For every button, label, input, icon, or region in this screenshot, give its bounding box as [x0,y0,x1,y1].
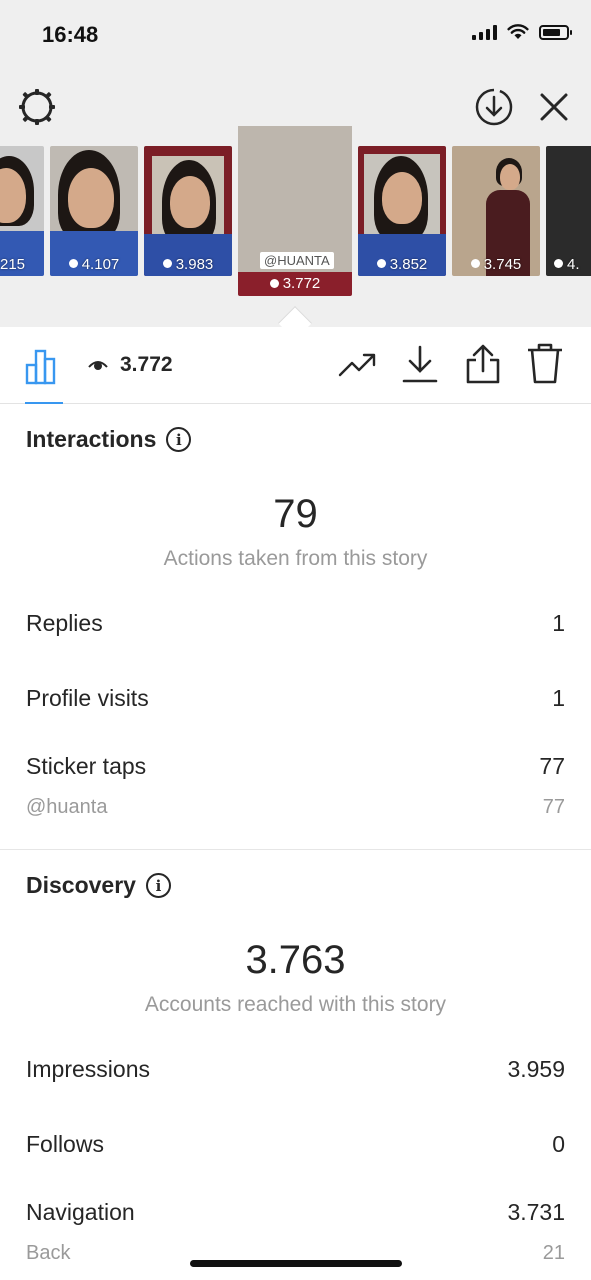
share-icon[interactable] [464,343,502,390]
row-label: Navigation [26,1199,135,1225]
status-icons [472,24,572,40]
story-thumbnail-selected[interactable]: @HUANTA 3.772 [238,126,352,296]
story-mention-sticker: @HUANTA [260,252,334,269]
impressions-row: Impressions 3.959 [26,1056,565,1083]
signal-icon [472,24,497,40]
row-label: Follows [26,1131,104,1157]
row-value: 77 [539,753,565,779]
story-view-count: 4.107 [50,256,138,273]
sticker-taps-row: Sticker taps 77 [26,753,565,780]
replies-row: Replies 1 [26,610,565,637]
interactions-heading: Interactions i [26,426,192,453]
row-label: Impressions [26,1056,150,1082]
story-thumbnail[interactable]: 3.852 [358,146,446,276]
row-label: Profile visits [26,685,149,711]
interactions-total: 79 [273,492,318,536]
bar-chart-icon[interactable] [24,347,64,390]
download-icon[interactable] [402,345,438,390]
story-view-count: 3.983 [144,256,232,273]
row-label: Sticker taps [26,753,147,779]
discovery-caption: Accounts reached with this story [144,993,447,1016]
close-icon[interactable] [533,86,575,128]
discovery-title: Discovery [26,872,136,898]
row-value: 21 [542,1242,565,1264]
info-icon[interactable]: i [166,427,192,452]
row-value: 1 [552,610,565,636]
story-thumbnail[interactable]: 3.983 [144,146,232,276]
interactions-title: Interactions [26,426,157,452]
info-icon[interactable]: i [145,873,171,898]
story-thumbnail[interactable]: 215 [0,146,44,276]
follows-row: Follows 0 [26,1131,565,1158]
trash-icon[interactable] [526,343,564,390]
story-view-count: 4. [546,256,591,273]
insights-toolbar: 3.772 [0,327,591,404]
view-count: 3.772 [120,353,173,376]
download-circle-icon[interactable] [473,86,515,128]
story-view-count: 215 [0,256,26,273]
home-indicator[interactable] [190,1260,402,1267]
row-value: 3.731 [507,1199,565,1225]
section-divider [0,849,591,850]
story-thumbnail[interactable]: 4. [546,146,591,276]
sticker-tap-detail-row: @huanta 77 [26,796,565,819]
row-value: 0 [552,1131,565,1157]
row-label: Replies [26,610,103,636]
trend-icon[interactable] [338,347,378,386]
settings-icon[interactable] [16,86,58,128]
battery-icon [539,24,572,40]
interactions-caption: Actions taken from this story [163,547,428,570]
profile-visits-row: Profile visits 1 [26,685,565,712]
story-view-count: 3.852 [358,256,446,273]
story-view-count: 3.745 [452,256,540,273]
discovery-heading: Discovery i [26,872,171,899]
discovery-total: 3.763 [245,938,346,982]
row-label: Back [26,1242,71,1264]
row-label: @huanta [26,796,108,818]
status-time: 16:48 [42,22,99,47]
row-value: 1 [552,685,565,711]
tab-underline [25,402,63,404]
story-view-count: 3.772 [238,275,352,292]
navigation-row: Navigation 3.731 [26,1199,565,1226]
story-thumbnail[interactable]: 3.745 [452,146,540,276]
wifi-icon [507,24,529,39]
row-value: 3.959 [507,1056,565,1082]
eye-icon [88,358,108,377]
row-value: 77 [542,796,565,818]
story-thumbnail[interactable]: 4.107 [50,146,138,276]
